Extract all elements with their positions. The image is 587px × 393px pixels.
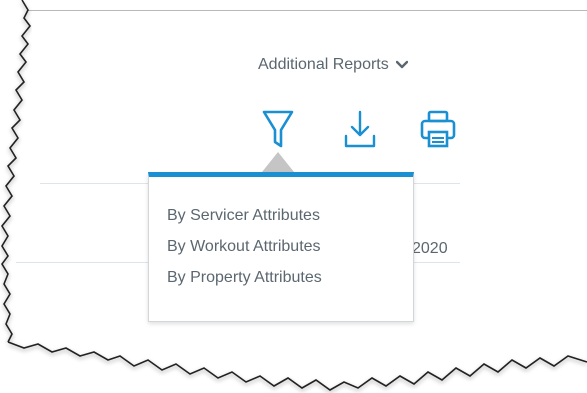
torn-paper-border [0, 0, 587, 393]
screenshot-stage: Additional Reports 2020 By Servicer Attr… [0, 0, 587, 393]
